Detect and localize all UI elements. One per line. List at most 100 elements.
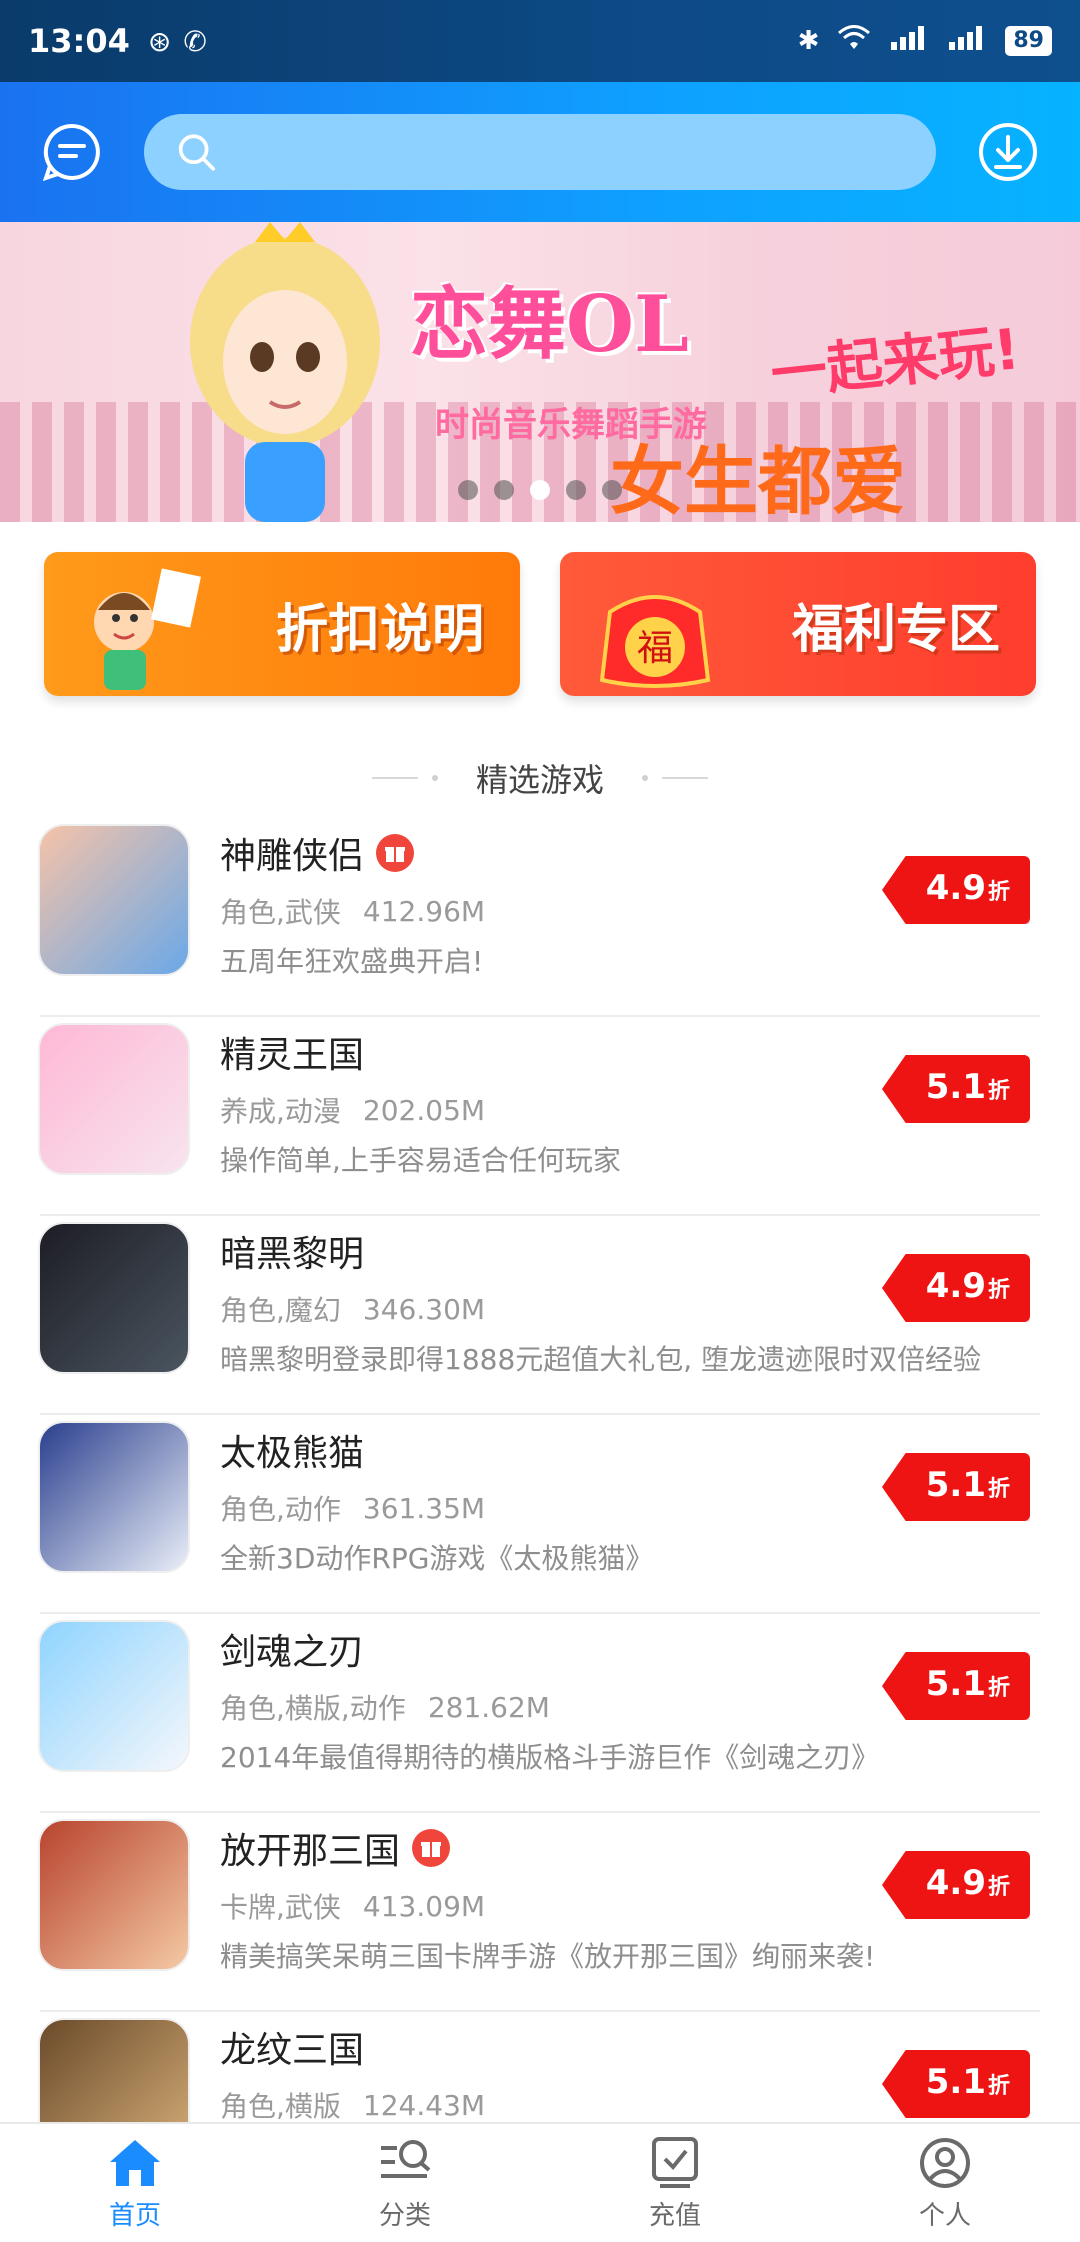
discount-number: 5.1: [925, 1067, 986, 1107]
discount-unit: 折: [987, 1278, 1010, 1303]
discount-tag[interactable]: 4.9折: [882, 856, 1030, 924]
status-bar: 13:04 ⊛ ✆ ✱ 89: [0, 0, 1080, 82]
tab-home-label: 首页: [108, 2200, 161, 2231]
discount-unit: 折: [987, 2074, 1010, 2099]
tab-home[interactable]: 首页: [0, 2124, 270, 2242]
download-icon: [979, 123, 1037, 181]
svg-text:福: 福: [637, 628, 673, 669]
discount-tag[interactable]: 5.1折: [882, 2050, 1030, 2118]
welfare-zone-label: 福利专区: [791, 599, 1000, 660]
discount-tag[interactable]: 5.1折: [882, 1652, 1030, 1720]
game-tags: 角色,武侠: [220, 896, 341, 929]
discount-tag[interactable]: 5.1折: [882, 1055, 1030, 1123]
carrier-icons: ⊛ ✆: [148, 25, 207, 58]
game-size: 281.62M: [427, 1690, 550, 1724]
banner-dot[interactable]: [458, 480, 478, 500]
game-list-item[interactable]: 精灵王国 养成,动漫 202.05M 操作简单,上手容易适合任何玩家 5.1折: [38, 1017, 1040, 1216]
game-list-item[interactable]: 暗黑黎明 角色,魔幻 346.30M 暗黑黎明登录即得1888元超值大礼包, 堕…: [38, 1216, 1040, 1415]
game-icon[interactable]: [38, 1421, 190, 1573]
divider-line: [371, 777, 418, 779]
game-size: 124.43M: [362, 2088, 486, 2122]
bluetooth-icon: ✱: [797, 26, 820, 56]
game-icon[interactable]: [38, 1620, 190, 1772]
discount-info-card[interactable]: 折扣说明: [44, 552, 520, 696]
message-icon: [42, 123, 100, 182]
promo-banner[interactable]: 恋舞OL 时尚音乐舞蹈手游 一起来玩! 女生都爱: [0, 222, 1080, 522]
banner-title: 恋舞OL: [410, 279, 689, 370]
game-tags: 角色,魔幻: [220, 1294, 341, 1327]
game-name: 精灵王国: [220, 1035, 365, 1076]
discount-unit: 折: [987, 1477, 1010, 1502]
game-list-item[interactable]: 神雕侠侣 角色,武侠 412.96M 五周年狂欢盛典开启! 4.9折: [38, 818, 1040, 1017]
discount-tag[interactable]: 5.1折: [882, 1453, 1030, 1521]
game-icon[interactable]: [38, 1819, 190, 1971]
divider-line: [662, 777, 708, 779]
download-button[interactable]: [976, 120, 1040, 184]
game-list-item[interactable]: 剑魂之刃 角色,横版,动作 281.62M 2014年最值得期待的横版格斗手游巨…: [38, 1614, 1040, 1813]
discount-tag[interactable]: 4.9折: [882, 1851, 1030, 1919]
discount-info-label: 折扣说明: [275, 599, 484, 660]
game-tags: 养成,动漫: [220, 1095, 341, 1128]
game-icon[interactable]: [38, 824, 190, 976]
game-tags: 角色,横版,动作: [220, 1692, 406, 1725]
game-name: 放开那三国: [220, 1831, 401, 1872]
tab-recharge[interactable]: 充值: [540, 2124, 810, 2242]
game-tags: 卡牌,武侠: [220, 1891, 341, 1924]
game-name: 剑魂之刃: [220, 1632, 365, 1673]
game-name: 太极熊猫: [220, 1433, 365, 1474]
game-tags: 角色,横版: [220, 2090, 341, 2122]
discount-value: 5.1折: [926, 1664, 1010, 1704]
search-input[interactable]: [230, 135, 936, 169]
bottom-navigation: 首页 分类 充值 个人: [0, 2122, 1080, 2242]
discount-unit: 折: [987, 880, 1010, 905]
game-description: 暗黑黎明登录即得1888元超值大礼包, 堕龙遗迹限时双倍经验: [220, 1343, 982, 1376]
divider-dot: [431, 775, 438, 781]
tab-profile-label: 个人: [918, 2200, 971, 2231]
tab-category[interactable]: 分类: [270, 2124, 540, 2242]
wifi-icon: [837, 24, 871, 58]
banner-pagination[interactable]: [458, 480, 622, 500]
game-icon[interactable]: [38, 1222, 190, 1374]
discount-number: 4.9: [925, 1266, 986, 1306]
discount-tag[interactable]: 4.9折: [882, 1254, 1030, 1322]
tab-category-label: 分类: [378, 2200, 431, 2231]
home-icon: [107, 2135, 163, 2191]
game-icon[interactable]: [38, 1023, 190, 1175]
profile-icon: [917, 2135, 973, 2191]
game-icon[interactable]: [38, 2018, 190, 2122]
discount-value: 4.9折: [926, 1863, 1010, 1903]
section-header: 精选游戏: [0, 748, 1080, 808]
banner-dot[interactable]: [494, 480, 514, 500]
game-size: 346.30M: [362, 1292, 486, 1326]
search-bar[interactable]: [144, 114, 936, 190]
discount-value: 4.9折: [926, 1266, 1010, 1306]
search-icon: [178, 134, 215, 171]
game-name: 暗黑黎明: [220, 1234, 365, 1275]
tab-profile[interactable]: 个人: [810, 2124, 1080, 2242]
game-list-item[interactable]: 太极熊猫 角色,动作 361.35M 全新3D动作RPG游戏《太极熊猫》 5.1…: [38, 1415, 1040, 1614]
banner-dot[interactable]: [566, 480, 586, 500]
game-size: 413.09M: [362, 1889, 486, 1923]
gift-icon: [412, 1829, 451, 1867]
message-button[interactable]: [40, 120, 104, 184]
game-list-item[interactable]: 放开那三国 卡牌,武侠 413.09M 精美搞笑呆萌三国卡牌手游《放开那三国》绚…: [38, 1813, 1040, 2012]
promo-cards: 折扣说明 福 福利专区: [44, 552, 1036, 696]
game-description: 操作简单,上手容易适合任何玩家: [220, 1144, 621, 1177]
app-header: [0, 82, 1080, 222]
divider-dot: [642, 775, 648, 781]
battery-indicator: 89: [1005, 26, 1052, 56]
banner-dot[interactable]: [530, 480, 550, 500]
banner-dot[interactable]: [602, 480, 622, 500]
discount-number: 5.1: [925, 1465, 986, 1505]
discount-number: 5.1: [925, 1664, 986, 1704]
recharge-icon: [647, 2135, 703, 2191]
game-list[interactable]: 神雕侠侣 角色,武侠 412.96M 五周年狂欢盛典开启! 4.9折 精灵王国 …: [0, 818, 1080, 2122]
game-name: 龙纹三国: [220, 2030, 365, 2071]
welfare-zone-card[interactable]: 福 福利专区: [560, 552, 1036, 696]
discount-number: 5.1: [925, 2062, 986, 2102]
game-list-item[interactable]: 龙纹三国 角色,横版 124.43M 5.1折: [38, 2012, 1040, 2122]
status-time: 13:04: [28, 22, 130, 60]
sale-art: [94, 568, 201, 690]
carrier-logo-icon: ⊛: [147, 24, 172, 58]
gift-icon: [376, 834, 415, 872]
